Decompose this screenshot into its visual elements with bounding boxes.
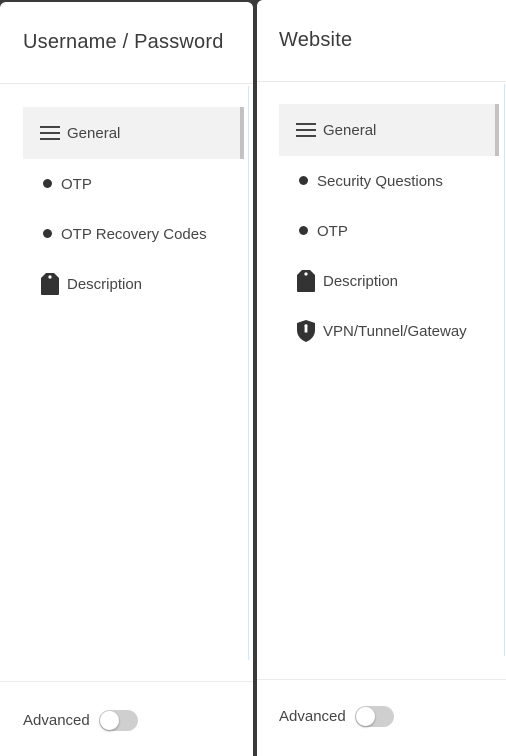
nav-item-description[interactable]: Description <box>23 259 244 309</box>
left-panel: Username / Password General OTP OTP Reco… <box>0 2 253 756</box>
nav-item-label: Security Questions <box>317 172 443 190</box>
nav-item-vpn-tunnel-gateway[interactable]: VPN/Tunnel/Gateway <box>279 306 499 356</box>
menu-icon <box>40 126 60 140</box>
nav-item-otp[interactable]: OTP <box>23 159 244 209</box>
advanced-toggle[interactable] <box>98 710 138 731</box>
scroll-track[interactable] <box>248 86 249 660</box>
nav-item-otp-recovery-codes[interactable]: OTP Recovery Codes <box>23 209 244 259</box>
right-panel: Website General Security Questions OTP D… <box>257 0 506 756</box>
nav-item-general[interactable]: General <box>279 104 499 156</box>
left-nav: General OTP OTP Recovery Codes Descripti… <box>23 107 244 309</box>
advanced-label: Advanced <box>23 712 90 729</box>
header-divider <box>257 81 506 82</box>
nav-item-label: Description <box>323 272 399 290</box>
nav-item-label: Description <box>67 275 143 293</box>
right-nav: General Security Questions OTP Descripti… <box>279 104 499 356</box>
nav-item-security-questions[interactable]: Security Questions <box>279 156 499 206</box>
advanced-label: Advanced <box>279 708 346 725</box>
nav-item-otp[interactable]: OTP <box>279 206 499 256</box>
tag-icon <box>41 273 59 295</box>
shield-icon <box>297 320 315 342</box>
nav-item-label: VPN/Tunnel/Gateway <box>323 322 467 340</box>
bullet-icon <box>299 176 308 185</box>
header-divider <box>0 83 253 84</box>
advanced-row: Advanced <box>23 710 138 731</box>
tag-icon <box>297 270 315 292</box>
nav-item-label: OTP Recovery Codes <box>61 225 207 243</box>
menu-icon <box>296 123 316 137</box>
nav-item-label: General <box>67 124 121 142</box>
bullet-icon <box>43 179 52 188</box>
toggle-knob <box>355 707 375 726</box>
advanced-toggle[interactable] <box>354 706 394 727</box>
panel-title: Website <box>279 29 353 51</box>
bullet-icon <box>299 226 308 235</box>
panel-title: Username / Password <box>23 31 224 53</box>
bullet-icon <box>43 229 52 238</box>
toggle-knob <box>99 711 119 730</box>
footer-divider <box>257 679 506 680</box>
scroll-track[interactable] <box>504 84 505 656</box>
nav-item-description[interactable]: Description <box>279 256 499 306</box>
nav-item-general[interactable]: General <box>23 107 244 159</box>
advanced-row: Advanced <box>279 706 394 727</box>
footer-divider <box>0 681 253 682</box>
nav-item-label: OTP <box>61 175 92 193</box>
nav-item-label: General <box>323 121 377 139</box>
nav-item-label: OTP <box>317 222 348 240</box>
